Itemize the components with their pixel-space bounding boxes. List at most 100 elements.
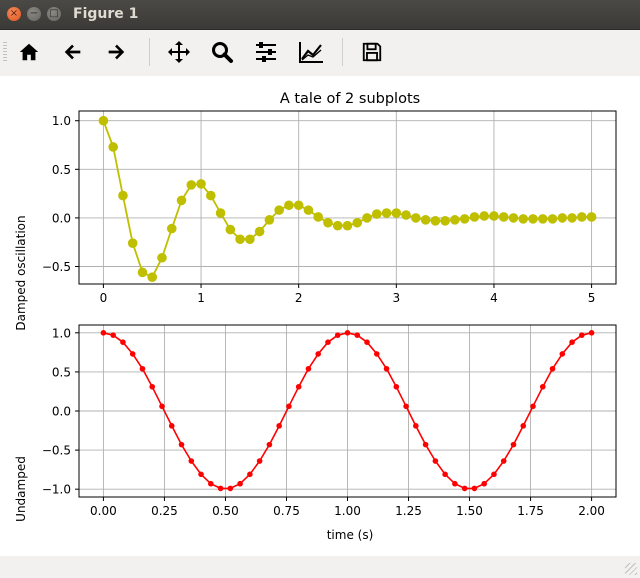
data-point: [420, 215, 431, 225]
data-point: [442, 471, 448, 478]
data-point: [373, 351, 380, 357]
maximize-window-button[interactable]: □: [47, 7, 61, 21]
data-point: [186, 180, 197, 190]
data-point: [559, 351, 566, 357]
home-button[interactable]: [13, 36, 45, 68]
close-window-button[interactable]: ×: [7, 7, 21, 21]
arrow-left-icon: [64, 44, 81, 60]
y-tick-label: 1.0: [52, 326, 71, 340]
data-point: [217, 485, 224, 492]
data-point: [108, 142, 118, 152]
arrow-right-icon: [108, 44, 125, 60]
floppy-disk-icon: [362, 42, 382, 62]
x-tick-label: 3: [392, 291, 400, 305]
pan-button[interactable]: [163, 36, 195, 68]
data-point: [440, 216, 450, 226]
data-point: [422, 441, 429, 448]
x-tick-label: 1.00: [334, 504, 361, 518]
data-point: [208, 480, 214, 487]
data-point: [168, 423, 175, 429]
data-point: [383, 365, 390, 372]
y-tick-label: −0.5: [42, 260, 71, 274]
resize-grip[interactable]: [625, 563, 637, 575]
toolbar-grip[interactable]: [3, 42, 7, 62]
figure-canvas[interactable]: A tale of 2 subplots Damped oscillation …: [0, 76, 640, 556]
data-point: [354, 332, 361, 338]
data-point: [479, 211, 489, 221]
x-tick-label: 1: [197, 291, 205, 305]
data-point: [537, 214, 548, 224]
data-point: [469, 212, 480, 222]
data-point: [588, 330, 595, 336]
data-point: [254, 226, 265, 237]
save-button[interactable]: [356, 36, 388, 68]
data-point: [520, 423, 527, 429]
data-point: [491, 471, 497, 478]
data-point: [481, 480, 487, 487]
data-point: [225, 224, 236, 235]
x-tick-label: 1.75: [517, 504, 544, 518]
data-point: [235, 234, 245, 245]
data-point: [371, 209, 382, 219]
line-chart-icon: [299, 42, 323, 63]
data-point: [276, 423, 282, 429]
data-point: [332, 220, 343, 231]
data-point: [149, 383, 156, 390]
data-point: [344, 330, 351, 336]
zoom-button[interactable]: [206, 36, 238, 68]
forward-button[interactable]: [100, 36, 132, 68]
figure-svg[interactable]: A tale of 2 subplots Damped oscillation …: [0, 76, 640, 556]
data-point: [284, 200, 294, 211]
data-point: [256, 458, 263, 464]
x-tick-label: 0.00: [90, 504, 117, 518]
minimize-window-button[interactable]: −: [27, 7, 41, 21]
x-tick-label: 2.00: [578, 504, 605, 518]
data-point: [586, 212, 597, 222]
data-point: [579, 332, 585, 338]
data-point: [178, 441, 185, 448]
toolbar-separator: [342, 38, 343, 66]
data-point: [110, 332, 116, 338]
data-point: [411, 213, 421, 223]
figure-window: × − □ Figure 1 A tale of 2 subplots Damp…: [0, 0, 640, 578]
data-point: [100, 330, 107, 336]
edit-axis-button[interactable]: [295, 36, 327, 68]
data-point: [403, 403, 409, 410]
data-point: [157, 252, 167, 263]
subplot-title: A tale of 2 subplots: [280, 91, 420, 107]
y-tick-label: 0.0: [52, 405, 71, 419]
title-bar[interactable]: × − □ Figure 1: [0, 0, 640, 30]
data-point: [430, 216, 441, 226]
window-title: Figure 1: [73, 6, 139, 22]
x-tick-label: 1.50: [456, 504, 483, 518]
data-point: [215, 208, 226, 218]
y-tick-label: −1.0: [42, 483, 71, 497]
data-point: [401, 210, 411, 220]
data-point: [508, 213, 519, 223]
x-axis-label: time (s): [327, 528, 374, 542]
data-point: [237, 480, 243, 487]
data-point: [364, 339, 370, 346]
data-point: [577, 212, 587, 222]
data-point: [432, 458, 439, 464]
x-tick-label: 5: [588, 291, 596, 305]
y-tick-label: 1.0: [52, 114, 71, 128]
data-point: [127, 238, 138, 248]
data-point: [286, 403, 292, 410]
minimize-icon: −: [29, 8, 39, 19]
magnifier-icon: [212, 42, 233, 63]
data-point: [198, 471, 204, 478]
x-tick-label: 0: [100, 291, 108, 305]
navigation-toolbar: [0, 30, 640, 74]
back-button[interactable]: [57, 36, 89, 68]
data-point: [196, 179, 206, 189]
x-tick-label: 0.50: [212, 504, 239, 518]
data-point: [266, 441, 273, 448]
data-point: [489, 211, 499, 221]
data-point: [450, 215, 460, 225]
data-point: [264, 215, 275, 225]
data-point: [323, 217, 333, 228]
data-point: [547, 214, 558, 224]
configure-subplots-button[interactable]: [250, 36, 282, 68]
data-point: [98, 115, 109, 126]
